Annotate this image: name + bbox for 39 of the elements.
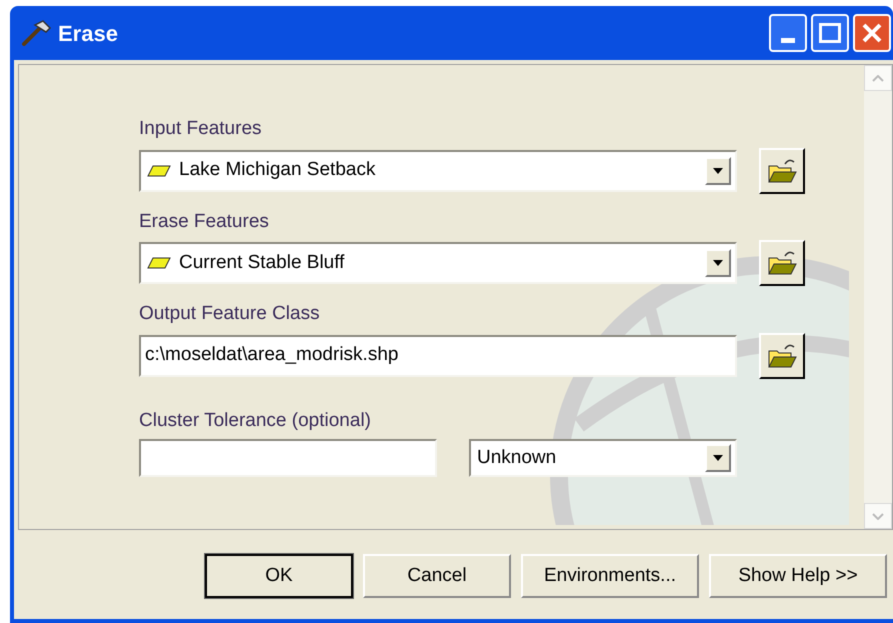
browse-button[interactable] xyxy=(759,240,805,286)
dropdown-value: Lake Michigan Setback xyxy=(179,158,376,182)
minimize-button[interactable] xyxy=(769,14,807,52)
browse-button[interactable] xyxy=(759,148,805,194)
close-icon xyxy=(861,22,883,44)
window-title: Erase xyxy=(58,20,118,48)
dropdown-value: Current Stable Bluff xyxy=(179,250,346,275)
dialog-button[interactable]: Show Help >> xyxy=(709,554,887,598)
dialog-button[interactable]: Cancel xyxy=(363,554,511,598)
caret-icon xyxy=(713,260,723,266)
caret-icon xyxy=(713,168,723,174)
browse-button[interactable] xyxy=(759,332,805,378)
folder-icon xyxy=(767,342,797,368)
path-field[interactable]: c:\moseldat\area_modrisk.shp xyxy=(139,334,737,376)
dialog-button[interactable]: OK xyxy=(205,554,353,598)
dropdown-button[interactable] xyxy=(705,156,731,184)
dropdown-field[interactable]: Lake Michigan Setback xyxy=(139,150,737,192)
field-label: Input Features xyxy=(139,117,263,141)
caret-icon xyxy=(713,455,723,461)
dropdown-field[interactable]: Current Stable Bluff xyxy=(139,242,737,284)
dropdown-value: Unknown xyxy=(477,446,558,470)
hammer-icon xyxy=(20,19,54,47)
field-label: Output Feature Class xyxy=(139,302,321,326)
dialog-button[interactable]: Environments... xyxy=(521,554,699,598)
close-button[interactable] xyxy=(853,14,891,52)
polygon-layer-icon xyxy=(147,164,171,176)
tolerance-field[interactable] xyxy=(139,439,437,477)
minimize-icon xyxy=(781,38,795,43)
dropdown-button[interactable] xyxy=(705,249,731,277)
unit-dropdown[interactable]: Unknown xyxy=(469,439,737,477)
dropdown-button[interactable] xyxy=(705,444,731,472)
folder-icon xyxy=(767,158,797,184)
field-label: Cluster Tolerance (optional) xyxy=(139,408,372,432)
maximize-icon xyxy=(819,23,841,43)
folder-icon xyxy=(767,250,797,276)
field-label: Erase Features xyxy=(139,210,270,234)
polygon-layer-icon xyxy=(147,257,171,269)
maximize-button[interactable] xyxy=(811,14,849,52)
field-value: c:\moseldat\area_modrisk.shp xyxy=(145,343,398,368)
